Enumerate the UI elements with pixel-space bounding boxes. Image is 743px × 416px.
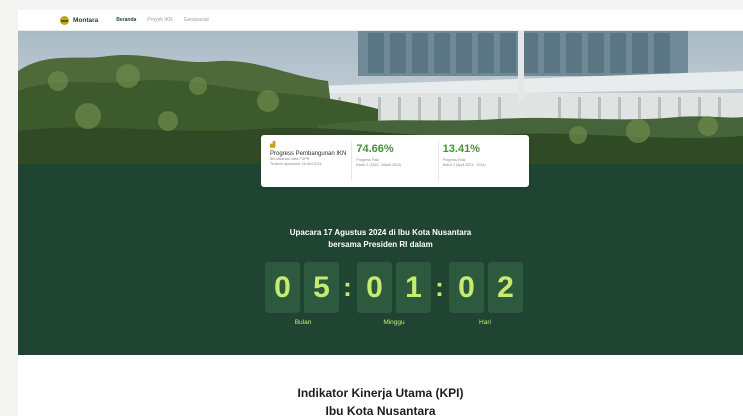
progress-batch-2-value: 13.41% [442,143,480,155]
separator: : [435,272,444,302]
progress-card: ▟ Progress Pembangunan IKN Berdasarkan d… [261,135,529,187]
progress-card-info: ▟ Progress Pembangunan IKN Berdasarkan d… [266,141,353,181]
unit-minggu: Minggu [383,319,405,326]
nav-link-geospasial[interactable]: Geospasial [184,17,209,23]
countdown-title-line-2: bersama Presiden RI dalam [328,240,433,249]
progress-batch-1-period: Batch 1 (2022 - Maret 2023) [356,163,402,167]
garuda-logo-icon [60,15,69,25]
construction-icon: ▟ [270,141,276,148]
digit-days-tens: 0 [449,262,484,313]
progress-batch-1: 74.66% Progress Fisik Batch 1 (2022 - Ma… [352,141,439,181]
unit-hari: Hari [479,319,491,326]
page-frame: Montara Beranda Proyek IKN Geospasial ▟ … [18,10,743,416]
digit-months-tens: 0 [265,262,300,313]
digit-weeks-tens: 0 [357,262,392,313]
countdown-section [18,164,743,355]
kpi-section: Indikator Kinerja Utama (KPI) Ibu Kota N… [18,355,743,416]
progress-updated: Terakhir diperbarui: 28 Mei 2024 [270,162,322,166]
countdown-digits: 0 5 : 0 1 : 0 2 [265,262,527,313]
unit-bulan: Bulan [294,319,312,326]
progress-batch-2: 13.41% Progress Fisik Batch 2 (April 202… [439,141,524,181]
progress-batch-2-period: Batch 2 (April 2023 - 2024) [442,163,486,167]
top-navbar: Montara Beranda Proyek IKN Geospasial [18,10,743,31]
countdown-title-line-1: Upacara 17 Agustus 2024 di Ibu Kota Nusa… [289,228,472,237]
kpi-title-line-2: Ibu Kota Nusantara [325,404,436,416]
countdown-title: Upacara 17 Agustus 2024 di Ibu Kota Nusa… [18,227,743,251]
digit-months-ones: 5 [304,262,339,313]
digit-weeks-ones: 1 [396,262,431,313]
logo-text: Montara [73,16,99,24]
separator: : [343,272,352,302]
progress-batch-1-value: 74.66% [356,143,394,155]
digit-days-ones: 2 [488,262,523,313]
nav-link-proyek-ikn[interactable]: Proyek IKN [147,17,172,23]
logo[interactable]: Montara [60,15,99,25]
nav-link-beranda[interactable]: Beranda [116,17,136,23]
kpi-title-line-1: Indikator Kinerja Utama (KPI) [297,386,464,400]
